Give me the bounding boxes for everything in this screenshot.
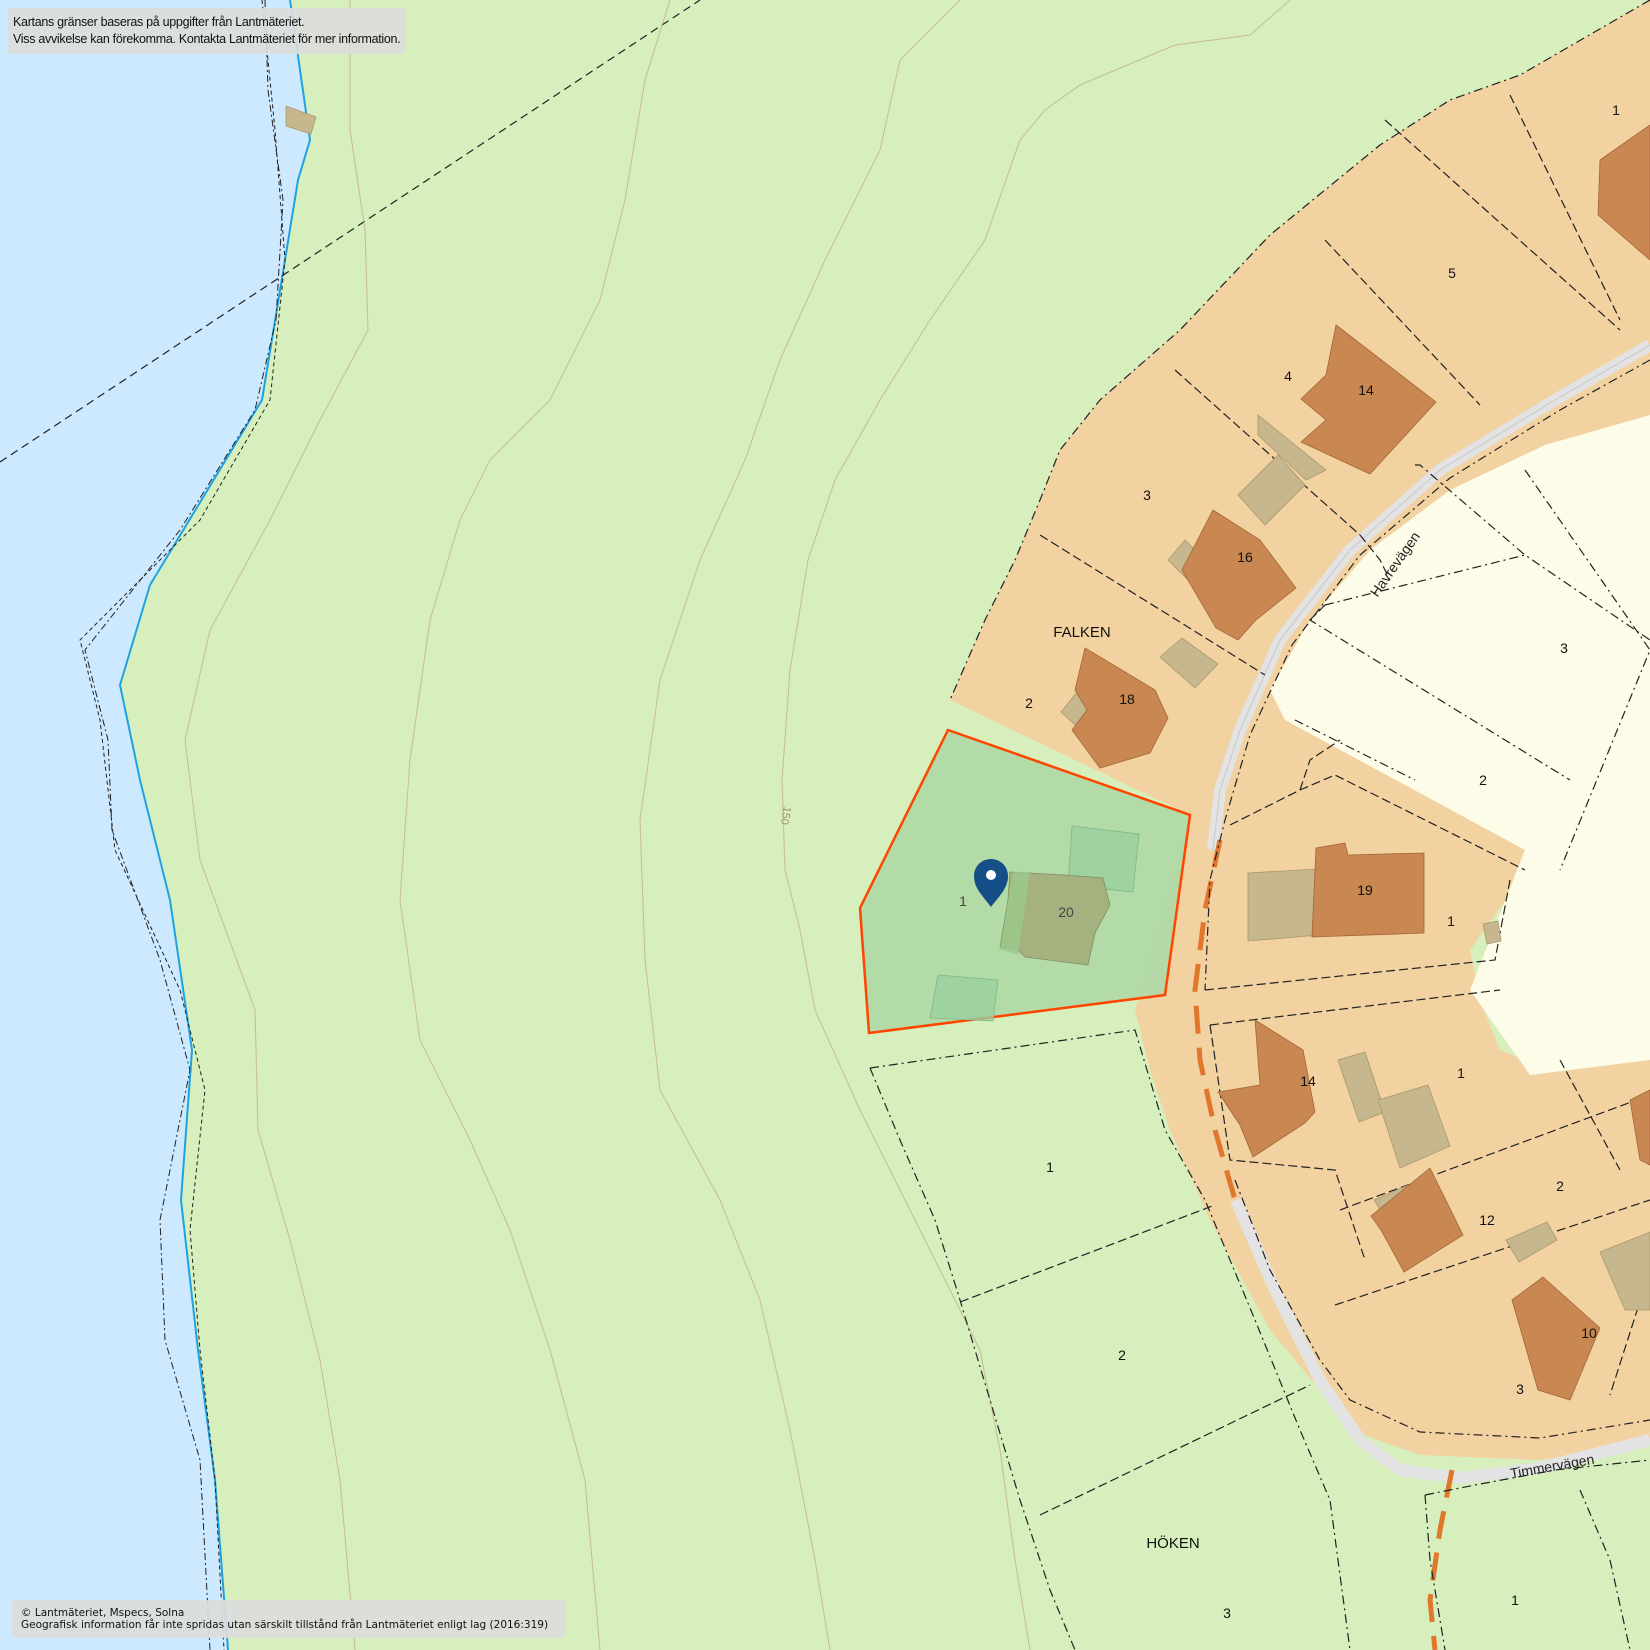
building-number: 20 [1058, 904, 1074, 920]
parcel-number: 2 [1118, 1347, 1126, 1363]
parcel-number: 1 [1457, 1065, 1465, 1081]
property-map[interactable]: 150 FALKEN HÖKEN Havrevägen Timmervägen … [0, 0, 1650, 1650]
parcel-number: 1 [1612, 102, 1620, 118]
boundary-disclaimer: Kartans gränser baseras på uppgifter frå… [8, 8, 406, 54]
parcel-number: 3 [1223, 1605, 1231, 1621]
parcel-number: 3 [1560, 640, 1568, 656]
parcel-number: 2 [1479, 772, 1487, 788]
building-number: 18 [1119, 691, 1135, 707]
parcel-number: 1 [1046, 1159, 1054, 1175]
parcel-number: 2 [1025, 695, 1033, 711]
building-number: 16 [1237, 549, 1253, 565]
building-number: 10 [1581, 1325, 1597, 1341]
parcel-number: 3 [1516, 1381, 1524, 1397]
block-label-falken: FALKEN [1053, 624, 1111, 641]
block-label-hoken: HÖKEN [1146, 1534, 1199, 1552]
copyright-line: Geografisk information får inte spridas … [21, 1619, 549, 1631]
parcel-number: 3 [1143, 487, 1151, 503]
copyright-line: © Lantmäteriet, Mspecs, Solna [21, 1607, 185, 1619]
parcel-number: 2 [1556, 1178, 1564, 1194]
disclaimer-line: Kartans gränser baseras på uppgifter frå… [13, 15, 305, 29]
parcel-number: 1 [959, 893, 967, 909]
disclaimer-line: Viss avvikelse kan förekomma. Kontakta L… [13, 32, 401, 46]
building-number: 12 [1479, 1212, 1495, 1228]
parcel-number: 4 [1284, 368, 1292, 384]
parcel-number: 5 [1448, 265, 1456, 281]
parcel-number: 1 [1447, 913, 1455, 929]
building-number: 19 [1357, 882, 1373, 898]
building-number: 14 [1300, 1073, 1316, 1089]
building-number: 14 [1358, 382, 1374, 398]
copyright-notice: © Lantmäteriet, Mspecs, Solna Geografisk… [12, 1600, 565, 1638]
parcel-number: 1 [1511, 1592, 1519, 1608]
